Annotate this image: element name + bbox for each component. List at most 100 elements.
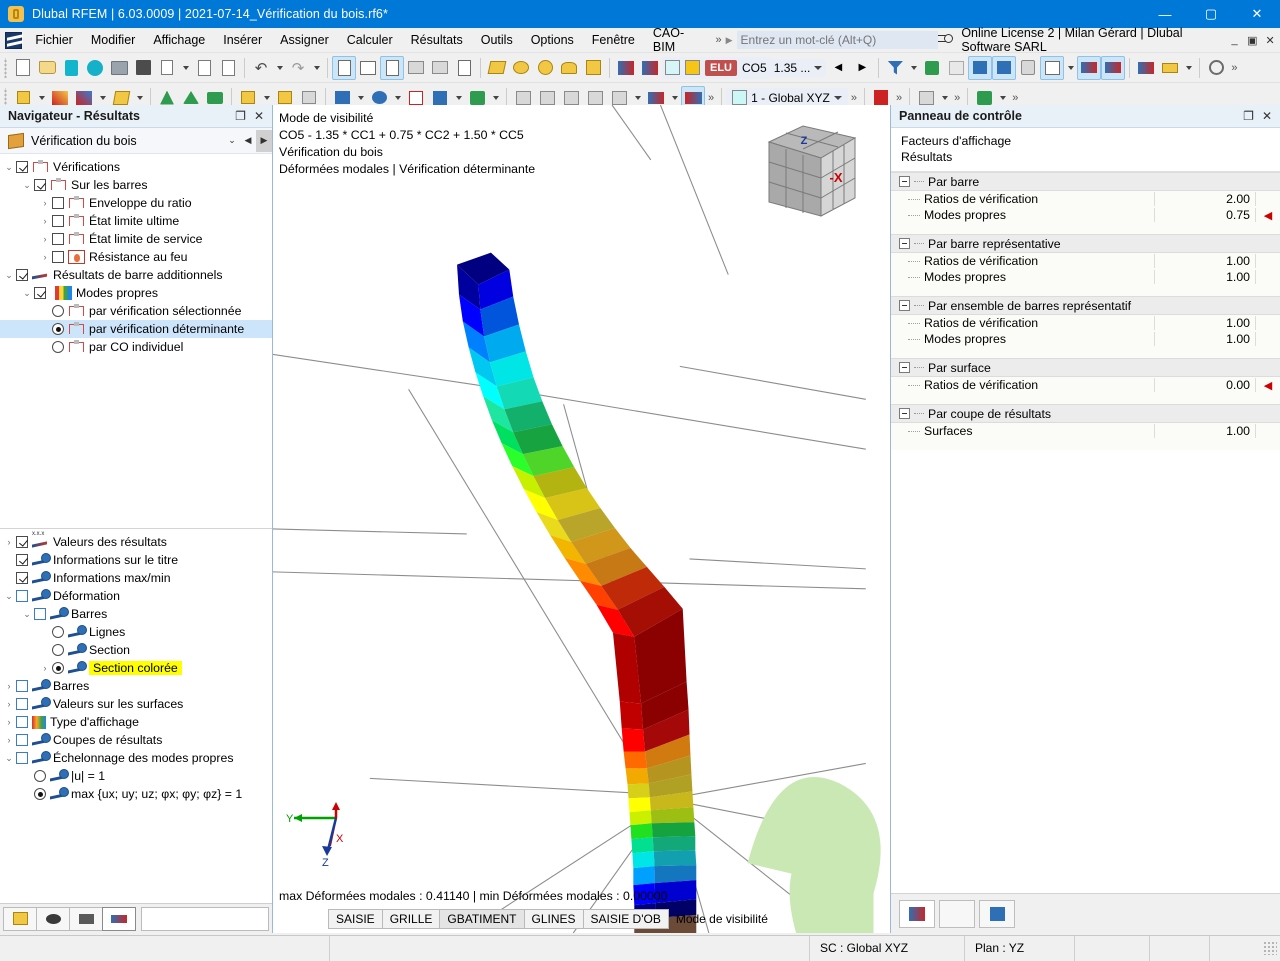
tree-item[interactable]: Section [0, 641, 272, 659]
redo-button[interactable]: ↷ [286, 56, 310, 80]
navigator-toggle-button[interactable] [332, 55, 356, 80]
tree-twisty-icon[interactable]: › [38, 252, 52, 262]
dlubal-center-button[interactable] [59, 56, 83, 80]
tree-radio[interactable] [34, 770, 46, 782]
combo-value-selector[interactable]: 1.35 ... [769, 58, 827, 77]
menu-modifier[interactable]: Modifier [82, 29, 144, 51]
tree-twisty-icon[interactable]: ⌄ [20, 180, 34, 191]
tree-twisty-icon[interactable]: › [2, 699, 16, 709]
project-manager-button[interactable] [107, 56, 131, 80]
undo-button[interactable]: ↶ [249, 56, 273, 80]
maximize-button[interactable]: ▢ [1188, 0, 1234, 28]
axis-overflow-icon[interactable]: » [893, 92, 905, 104]
surface-results-button[interactable] [1040, 55, 1065, 80]
cs-overflow-icon[interactable]: » [848, 92, 860, 104]
member-results-button[interactable] [1077, 55, 1102, 80]
tree-item[interactable]: ⌄ Résultats de barre additionnels [0, 266, 272, 284]
navigator-tree-checks[interactable]: ⌄ Vérifications ⌄ Sur les barres › Enveloppe … [0, 154, 272, 528]
viewport-tab[interactable]: GRILLE [381, 909, 441, 929]
tree-checkbox[interactable] [16, 536, 28, 548]
menu-inserer[interactable]: Insérer [214, 29, 271, 51]
tree-radio[interactable] [52, 341, 64, 353]
camera-button[interactable] [69, 906, 103, 931]
viewport-tab[interactable]: GLINES [523, 909, 584, 929]
result-value-button[interactable] [920, 56, 944, 80]
factor-value[interactable]: 0.75 [1154, 208, 1256, 222]
clear-results-button[interactable] [1204, 56, 1228, 80]
menu-calculer[interactable]: Calculer [338, 29, 402, 51]
factor-value[interactable]: 1.00 [1154, 270, 1256, 284]
select-surface-button[interactable] [485, 56, 509, 80]
factor-row[interactable]: Modes propres 1.00 [891, 331, 1280, 347]
tree-item[interactable]: Informations max/min [0, 569, 272, 587]
collapse-icon[interactable] [899, 238, 910, 249]
chevron-down-icon[interactable] [814, 65, 823, 70]
tree-radio[interactable] [52, 626, 64, 638]
tree-checkbox[interactable] [16, 752, 28, 764]
tree-checkbox[interactable] [16, 716, 28, 728]
tree-twisty-icon[interactable]: › [38, 198, 52, 208]
tree-item[interactable]: ⌄ Échelonnage des modes propres [0, 749, 272, 767]
toolbar-overflow-icon[interactable]: » [1228, 62, 1240, 74]
menu-outils[interactable]: Outils [472, 29, 522, 51]
tree-twisty-icon[interactable]: ⌄ [2, 162, 16, 173]
factor-row[interactable]: Modes propres 0.75 ◀ [891, 207, 1280, 223]
redo-dropdown-icon[interactable] [310, 56, 323, 80]
prev-case-button[interactable]: ◀ [826, 56, 850, 80]
factor-group-header[interactable]: Par barre [891, 172, 1280, 191]
tree-item[interactable]: par CO individuel [0, 338, 272, 356]
tree-twisty-icon[interactable]: ⌄ [20, 288, 34, 299]
factor-slider-marker-icon[interactable]: ◀ [1256, 379, 1280, 392]
tree-item[interactable]: ⌄ Vérifications [0, 158, 272, 176]
select-lasso-button[interactable] [557, 56, 581, 80]
tree-checkbox[interactable] [16, 554, 28, 566]
surface-results-dropdown-icon[interactable] [1064, 56, 1077, 80]
load-case-button[interactable] [614, 56, 638, 80]
factor-row[interactable]: Ratios de vérification 1.00 [891, 315, 1280, 331]
tree-radio[interactable] [52, 305, 64, 317]
tree-checkbox[interactable] [52, 197, 64, 209]
factor-value[interactable]: 2.00 [1154, 192, 1256, 206]
factor-group-header[interactable]: Par surface [891, 358, 1280, 377]
factor-value[interactable]: 1.00 [1154, 254, 1256, 268]
navigator-info-field[interactable] [141, 906, 269, 931]
tree-item[interactable]: ⌄ Déformation [0, 587, 272, 605]
factor-value[interactable]: 0.00 [1154, 378, 1256, 392]
render-view-button[interactable] [3, 906, 37, 931]
doc-close-button[interactable]: ✕ [1264, 34, 1276, 47]
tree-twisty-icon[interactable]: › [2, 681, 16, 691]
tree-item[interactable]: › État limite de service [0, 230, 272, 248]
cloud-button[interactable] [83, 56, 107, 80]
tree-item[interactable]: par vérification sélectionnée [0, 302, 272, 320]
tree-checkbox[interactable] [16, 698, 28, 710]
menu-resultats[interactable]: Résultats [402, 29, 472, 51]
tree-twisty-icon[interactable]: › [2, 735, 16, 745]
results-view-button[interactable] [102, 906, 136, 931]
open-model-button[interactable] [35, 56, 59, 80]
material-overflow-icon[interactable]: » [1009, 92, 1021, 104]
report-button[interactable] [216, 56, 240, 80]
minimize-button[interactable]: — [1142, 0, 1188, 28]
tree-item[interactable]: › Coupes de résultats [0, 731, 272, 749]
status-cell-coordinate-system[interactable]: SC : Global XYZ [810, 935, 965, 961]
result-diagram-dropdown-icon[interactable] [1182, 56, 1195, 80]
tree-checkbox[interactable] [16, 572, 28, 584]
filter-off-button[interactable] [883, 56, 907, 80]
tree-checkbox[interactable] [52, 215, 64, 227]
tree-item[interactable]: ⌄ Sur les barres [0, 176, 272, 194]
printout-report-button[interactable] [192, 56, 216, 80]
tree-twisty-icon[interactable]: ⌄ [2, 753, 16, 764]
tree-item[interactable]: › Valeurs sur les surfaces [0, 695, 272, 713]
secondary-overflow-icon[interactable]: » [705, 92, 717, 104]
control-panel-close-icon[interactable]: ✕ [1262, 109, 1272, 123]
tree-item[interactable]: › Enveloppe du ratio [0, 194, 272, 212]
menu-options[interactable]: Options [522, 29, 583, 51]
support-values-button[interactable] [992, 55, 1017, 80]
navigator-prev-icon[interactable]: ◀ [240, 130, 256, 152]
tree-checkbox[interactable] [16, 161, 28, 173]
tree-twisty-icon[interactable]: › [2, 537, 16, 547]
load-combination-button[interactable] [638, 56, 662, 80]
next-case-button[interactable]: ▶ [850, 56, 874, 80]
factor-group-header[interactable]: Par barre représentative [891, 234, 1280, 253]
tree-item[interactable]: ⌄ Modes propres [0, 284, 272, 302]
